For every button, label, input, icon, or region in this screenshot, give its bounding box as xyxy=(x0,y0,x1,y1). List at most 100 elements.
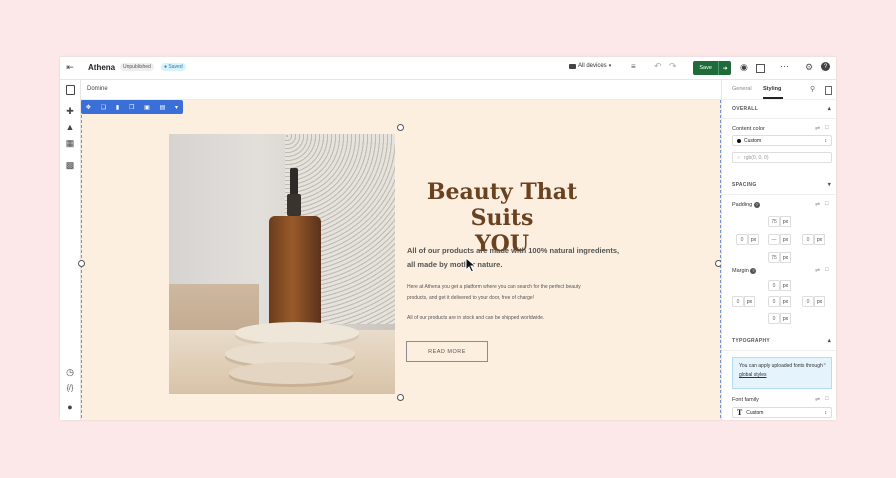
resize-handle-left[interactable] xyxy=(78,260,85,267)
fonts-notice: You can apply uploaded fonts through glo… xyxy=(732,357,832,389)
hero-image[interactable] xyxy=(169,134,395,394)
layout-icon[interactable] xyxy=(756,64,765,73)
padding-right-unit[interactable]: px xyxy=(814,234,825,245)
undo-icon[interactable]: ↶ xyxy=(654,61,662,72)
delete-icon[interactable]: ▮ xyxy=(116,104,119,111)
margin-right-input[interactable]: 0 xyxy=(802,296,814,307)
hero-body[interactable]: Here at Athena you get a platform where … xyxy=(407,282,637,304)
layers-icon[interactable]: ▤ xyxy=(160,104,166,111)
link-icon[interactable]: ⇌ xyxy=(815,267,820,274)
components-icon[interactable]: ▩ xyxy=(64,159,76,171)
saved-badge-label: Saved xyxy=(168,64,183,70)
top-toolbar: ⇤ Athena Unpublished ● Saved All devices… xyxy=(60,57,836,80)
breadcrumb-label[interactable]: Domine xyxy=(87,86,108,92)
font-family-select[interactable]: T Custom ↕ xyxy=(732,407,832,418)
section-typography-label: TYPOGRAPHY xyxy=(732,338,771,344)
stone-stack-bottom xyxy=(229,362,353,384)
eyedropper-icon: ○ xyxy=(737,154,741,161)
margin-top-input[interactable]: 0 xyxy=(768,280,780,291)
publish-arrow-icon[interactable]: ➜ xyxy=(718,61,731,75)
margin-bottom-input[interactable]: 0 xyxy=(768,313,780,324)
tab-general[interactable]: General xyxy=(732,86,752,92)
hero-body-line1: Here at Athena you get a platform where … xyxy=(407,284,581,290)
fonts-notice-text: You can apply uploaded fonts through xyxy=(739,363,823,369)
chevron-up-icon: ▴ xyxy=(827,338,831,344)
hero-body-2[interactable]: All of our products are in stock and can… xyxy=(407,315,637,321)
exit-icon[interactable]: ⇤ xyxy=(65,62,75,72)
hero-title-line1: Beauty That Suits xyxy=(426,179,578,231)
read-more-label: READ MORE xyxy=(428,348,466,355)
margin-left-input[interactable]: 0 xyxy=(732,296,744,307)
resize-handle-bottom[interactable] xyxy=(397,394,404,401)
padding-left-unit[interactable]: px xyxy=(748,234,759,245)
desktop-icon[interactable]: □ xyxy=(825,125,829,131)
hero-lead[interactable]: All of our products are made with 100% n… xyxy=(407,244,637,272)
info-icon: ? xyxy=(753,202,760,208)
move-icon[interactable]: ✥ xyxy=(86,104,91,111)
theme-icon[interactable]: ▲ xyxy=(64,121,76,133)
padding-bottom-unit[interactable]: px xyxy=(780,252,791,263)
link-icon[interactable]: ⇌ xyxy=(815,201,820,208)
section-overall[interactable]: OVERALL ▴ xyxy=(722,100,836,119)
padding-label: Padding ? xyxy=(732,202,760,208)
section-typography[interactable]: TYPOGRAPHY ▴ xyxy=(722,332,836,351)
desktop-icon[interactable]: □ xyxy=(825,396,829,402)
chat-icon[interactable]: ● xyxy=(64,401,76,413)
hero-lead-line1: All of our products are made with 100% n… xyxy=(407,246,620,255)
desktop-icon[interactable]: □ xyxy=(825,267,829,273)
block-toolbar: ✥ ❏ ▮ ❐ ▣ ▤ ▾ xyxy=(81,100,183,114)
link-icon[interactable]: ⇌ xyxy=(815,125,820,132)
history-icon[interactable]: ◷ xyxy=(64,366,76,378)
add-section-icon[interactable]: ✚ xyxy=(64,105,76,117)
link-icon[interactable]: ⇌ xyxy=(815,396,820,403)
search-icon[interactable]: ⚲ xyxy=(810,85,815,93)
text-type-icon: T xyxy=(737,408,743,417)
margin-label-text: Margin xyxy=(732,268,749,274)
redo-icon[interactable]: ↷ xyxy=(669,61,677,72)
apps-grid-icon[interactable]: ▦ xyxy=(64,137,76,149)
content-color-select[interactable]: Custom ↕ xyxy=(732,135,832,146)
duplicate-icon[interactable]: ❏ xyxy=(101,104,106,111)
close-icon[interactable]: × xyxy=(823,361,826,370)
settings-icon[interactable]: ⚙ xyxy=(805,62,813,73)
margin-top-unit[interactable]: px xyxy=(780,280,791,291)
padding-center-unit[interactable]: px xyxy=(780,234,791,245)
help-icon[interactable]: ? xyxy=(821,62,830,71)
desktop-icon[interactable]: □ xyxy=(825,201,829,207)
global-styles-link[interactable]: global styles xyxy=(739,372,767,378)
pages-icon[interactable] xyxy=(64,84,76,96)
read-more-button[interactable]: READ MORE xyxy=(406,341,488,362)
hero-lead-line2: all made by mother nature. xyxy=(407,260,503,269)
section-overall-label: OVERALL xyxy=(732,106,758,112)
margin-right-unit[interactable]: px xyxy=(814,296,825,307)
padding-left-input[interactable]: 0 xyxy=(736,234,748,245)
margin-center-input[interactable]: 0 xyxy=(768,296,780,307)
document-icon[interactable] xyxy=(825,86,832,95)
margin-center-unit[interactable]: px xyxy=(780,296,791,307)
padding-top-input[interactable]: 75 xyxy=(768,216,780,227)
padding-top-unit[interactable]: px xyxy=(780,216,791,227)
font-family-value: Custom xyxy=(746,409,764,416)
stone-stack-top xyxy=(235,322,359,344)
save-button-label: Save xyxy=(699,65,712,71)
resize-handle-top[interactable] xyxy=(397,124,404,131)
padding-bottom-input[interactable]: 75 xyxy=(768,252,780,263)
device-select[interactable]: All devices ▾ xyxy=(569,63,611,69)
save-button[interactable]: Save ➜ xyxy=(693,61,731,75)
more-options-icon[interactable]: ▾ xyxy=(175,104,178,111)
status-badge: Unpublished xyxy=(120,63,154,71)
padding-right-input[interactable]: 0 xyxy=(802,234,814,245)
section-spacing[interactable]: SPACING ▾ xyxy=(722,176,836,195)
margin-bottom-unit[interactable]: px xyxy=(780,313,791,324)
margin-left-unit[interactable]: px xyxy=(744,296,755,307)
tab-styling[interactable]: Styling xyxy=(763,86,781,92)
preview-eye-icon[interactable]: ◉ xyxy=(740,62,748,73)
code-icon[interactable]: {/} xyxy=(64,382,76,394)
copy-icon[interactable]: ❐ xyxy=(129,104,134,111)
save-block-icon[interactable]: ▣ xyxy=(144,104,150,111)
editor-window: ⇤ Athena Unpublished ● Saved All devices… xyxy=(60,57,836,420)
more-icon[interactable]: ··· xyxy=(780,61,789,71)
sliders-icon[interactable]: ≡ xyxy=(631,62,636,71)
rgba-input[interactable]: ○ rgb(0, 0, 0) xyxy=(732,152,832,163)
editor-canvas[interactable]: ✥ ❏ ▮ ❐ ▣ ▤ ▾ Beauty That Suits YOU All … xyxy=(78,100,722,420)
